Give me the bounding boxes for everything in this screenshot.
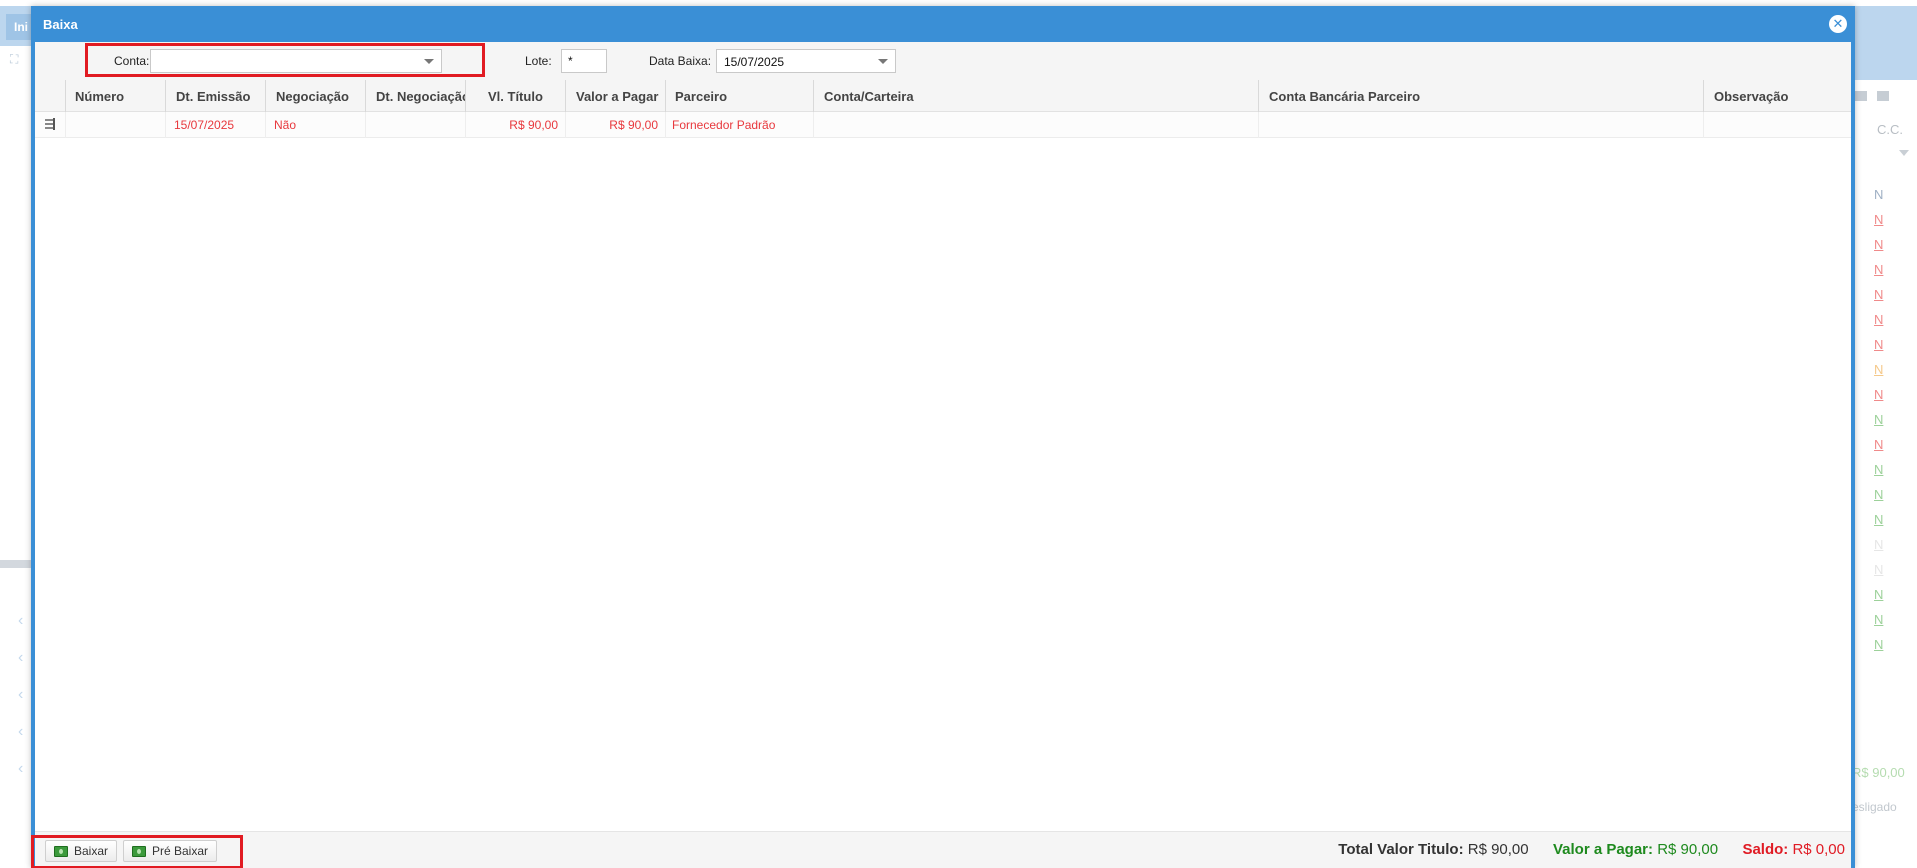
saldo-label: Saldo:: [1742, 841, 1789, 858]
baixa-modal: Baixa ✕ Conta: Lote: Data Baixa: 15/07/2…: [31, 6, 1855, 868]
table-row[interactable]: 15/07/2025 Não R$ 90,00 R$ 90,00 Fornece…: [35, 112, 1851, 138]
column-header-observacao[interactable]: Observação: [1703, 80, 1851, 112]
chevron-left-icon[interactable]: ‹: [18, 612, 30, 649]
cell-negociacao[interactable]: Não: [265, 112, 365, 138]
background-status-letter[interactable]: N: [1874, 236, 1904, 261]
column-header-dt-negociacao[interactable]: Dt. Negociação: [365, 80, 465, 112]
data-baixa-datepicker[interactable]: 15/07/2025: [716, 49, 896, 73]
cell-conta-carteira[interactable]: [813, 112, 1258, 138]
background-status-letter[interactable]: N: [1874, 361, 1904, 386]
column-header-dt-emissao[interactable]: Dt. Emissão: [165, 80, 265, 112]
data-baixa-value: 15/07/2025: [724, 55, 785, 69]
cell-parceiro[interactable]: Fornecedor Padrão: [665, 112, 813, 138]
modal-title: Baixa: [43, 17, 78, 32]
background-status-letter[interactable]: N: [1874, 211, 1904, 236]
conta-label: Conta:: [114, 54, 150, 68]
totals-summary: Total Valor Titulo: R$ 90,00 Valor a Pag…: [1338, 841, 1845, 858]
cell-dt-negociacao[interactable]: [365, 112, 465, 138]
background-status-letter[interactable]: N: [1874, 511, 1904, 536]
cell-valor-a-pagar[interactable]: R$ 90,00: [565, 112, 665, 138]
chevron-down-icon[interactable]: [424, 59, 434, 64]
background-status-letter[interactable]: N: [1874, 636, 1904, 661]
total-valor-titulo-label: Total Valor Titulo:: [1338, 841, 1464, 858]
chevron-left-icon[interactable]: ‹: [18, 649, 30, 686]
background-status-letter[interactable]: N: [1874, 436, 1904, 461]
background-status-letter[interactable]: N: [1874, 586, 1904, 611]
chevron-down-icon[interactable]: [1899, 150, 1909, 156]
background-partial-status: esligado: [1852, 800, 1897, 814]
chevron-left-icon[interactable]: ‹: [18, 723, 30, 760]
baixar-button[interactable]: Baixar: [45, 840, 118, 862]
column-header-conta-carteira[interactable]: Conta/Carteira: [813, 80, 1258, 112]
background-status-letter[interactable]: N: [1874, 611, 1904, 636]
modal-header: Baixa ✕: [31, 6, 1855, 42]
total-valor-titulo-value: R$ 90,00: [1467, 841, 1529, 858]
background-status-letter[interactable]: N: [1874, 336, 1904, 361]
background-status-letter[interactable]: N: [1874, 536, 1904, 561]
background-cc-column-header: C.C.: [1877, 122, 1903, 137]
cell-vl-titulo[interactable]: R$ 90,00: [465, 112, 565, 138]
lote-label: Lote:: [525, 54, 552, 68]
excel-icon[interactable]: [1877, 91, 1889, 101]
conta-combobox[interactable]: [150, 49, 442, 73]
expand-icon[interactable]: ⛶: [10, 52, 18, 67]
baixar-button-label: Baixar: [74, 844, 109, 858]
background-left-arrows: ‹ ‹ ‹ ‹ ‹: [18, 612, 30, 797]
print-icon[interactable]: [1855, 91, 1867, 101]
background-status-letter[interactable]: N: [1874, 311, 1904, 336]
column-header-vl-titulo[interactable]: Vl. Título: [465, 80, 565, 112]
chevron-left-icon[interactable]: ‹: [18, 760, 30, 797]
money-icon: [132, 846, 146, 857]
baixa-toolbar: Conta: Lote: Data Baixa: 15/07/2025: [35, 42, 1851, 80]
background-right-header: [1853, 44, 1917, 80]
background-status-letter[interactable]: N: [1874, 261, 1904, 286]
pre-baixar-button[interactable]: Pré Baixar: [123, 840, 218, 862]
cell-conta-bancaria-parceiro[interactable]: [1258, 112, 1703, 138]
drag-handle-icon[interactable]: [45, 118, 59, 131]
saldo-value: R$ 0,00: [1792, 841, 1845, 858]
valor-a-pagar-value: R$ 90,00: [1657, 841, 1719, 858]
grid-body: 15/07/2025 Não R$ 90,00 R$ 90,00 Fornece…: [35, 112, 1851, 806]
background-status-letter[interactable]: N: [1874, 486, 1904, 511]
chevron-left-icon[interactable]: ‹: [18, 686, 30, 723]
background-status-letter[interactable]: N: [1874, 386, 1904, 411]
modal-footer: Baixar Pré Baixar Total Valor Titulo: R$…: [31, 831, 1851, 868]
pre-baixar-button-label: Pré Baixar: [152, 844, 209, 858]
column-header-numero[interactable]: Número: [65, 80, 165, 112]
background-partial-total: R$ 90,00: [1852, 765, 1905, 780]
valor-a-pagar-label: Valor a Pagar:: [1552, 841, 1654, 858]
background-toolbar-icons: [1855, 90, 1915, 106]
money-icon: [54, 846, 68, 857]
chevron-down-icon[interactable]: [878, 59, 888, 64]
lote-input[interactable]: [561, 49, 607, 73]
grid-header: Número Dt. Emissão Negociação Dt. Negoci…: [35, 80, 1851, 112]
background-status-column: NNNNNNNNNNNNNNNNNNN: [1874, 186, 1904, 661]
background-status-letter[interactable]: N: [1874, 286, 1904, 311]
column-header-parceiro[interactable]: Parceiro: [665, 80, 813, 112]
column-header-conta-bancaria-parceiro[interactable]: Conta Bancária Parceiro: [1258, 80, 1703, 112]
cell-numero[interactable]: [65, 112, 165, 138]
column-header-valor-a-pagar[interactable]: Valor a Pagar: [565, 80, 665, 112]
cell-dt-emissao[interactable]: 15/07/2025: [165, 112, 265, 138]
close-icon[interactable]: ✕: [1829, 15, 1847, 33]
background-status-letter[interactable]: N: [1874, 561, 1904, 586]
data-baixa-label: Data Baixa:: [649, 54, 712, 68]
background-scroll-marker: [0, 560, 32, 568]
background-status-letter[interactable]: N: [1874, 411, 1904, 436]
background-status-letter[interactable]: N: [1874, 461, 1904, 486]
cell-observacao[interactable]: [1703, 112, 1851, 138]
background-status-letter[interactable]: N: [1874, 186, 1904, 211]
column-header-negociacao[interactable]: Negociação: [265, 80, 365, 112]
